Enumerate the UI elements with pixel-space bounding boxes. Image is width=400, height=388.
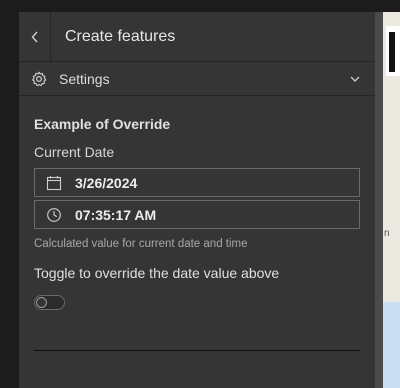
section-title: Example of Override [34, 116, 171, 132]
time-value: 07:35:17 AM [75, 206, 157, 223]
settings-section[interactable]: Settings [19, 62, 375, 96]
map-view[interactable]: n n [383, 12, 400, 388]
calculated-value-hint: Calculated value for current date and ti… [34, 238, 248, 250]
calendar-icon [46, 175, 62, 191]
settings-label: Settings [59, 70, 110, 87]
back-button[interactable] [19, 12, 51, 61]
toggle-knob [36, 297, 47, 308]
panel-scrollbar[interactable] [375, 12, 383, 388]
chevron-left-icon [31, 31, 38, 42]
override-toggle-switch[interactable] [34, 295, 65, 310]
gear-icon [31, 71, 47, 87]
map-label: n [384, 228, 390, 239]
time-input[interactable]: 07:35:17 AM [34, 200, 360, 229]
app-left-edge [0, 0, 19, 388]
chevron-down-icon [349, 73, 361, 85]
form-content: Example of Override Current Date 3/26/20… [19, 116, 375, 310]
divider [34, 350, 360, 351]
date-value: 3/26/2024 [75, 174, 138, 191]
panel-title: Create features [65, 27, 176, 45]
map-widget-mark [389, 32, 395, 72]
map-water [383, 302, 400, 388]
app-top-edge [19, 0, 400, 12]
panel-header: Create features [19, 12, 375, 62]
current-date-label: Current Date [34, 144, 115, 160]
create-features-panel: Create features Settings Example of Over… [19, 12, 375, 388]
override-toggle-label: Toggle to override the date value above [34, 265, 280, 281]
date-input[interactable]: 3/26/2024 [34, 168, 360, 197]
clock-icon [46, 207, 62, 223]
